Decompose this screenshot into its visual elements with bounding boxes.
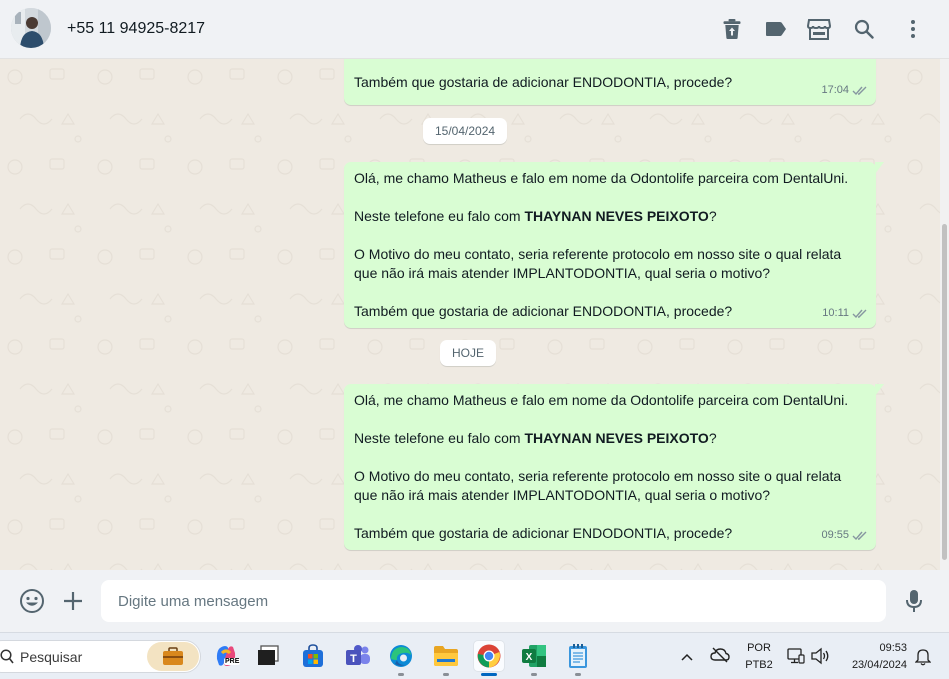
message-input[interactable] xyxy=(101,580,886,622)
chat-scrollbar[interactable] xyxy=(940,59,949,570)
date-separator: 15/04/2024 xyxy=(423,118,508,144)
message-line: Olá, me chamo Matheus e falo em nome da … xyxy=(354,170,849,186)
taskbar-search-label: Pesquisar xyxy=(20,649,83,665)
read-ticks-icon xyxy=(852,531,867,541)
running-indicator xyxy=(398,673,404,676)
briefcase-icon xyxy=(163,647,183,665)
search-highlight xyxy=(147,642,199,671)
message-meta: 09:55 xyxy=(821,526,868,545)
taskbar-search-box[interactable]: Pesquisar xyxy=(0,640,201,673)
running-indicator xyxy=(575,673,581,676)
outgoing-message[interactable]: Também que gostaria de adicionar ENDODON… xyxy=(344,59,876,105)
contact-avatar[interactable] xyxy=(11,8,51,48)
volume-icon[interactable] xyxy=(810,647,830,670)
more-vertical-icon[interactable] xyxy=(901,17,925,41)
read-ticks-icon xyxy=(852,86,867,96)
edge-browser-icon[interactable] xyxy=(386,641,416,676)
message-time: 17:04 xyxy=(821,84,849,96)
active-indicator xyxy=(481,673,497,676)
message-text: ? xyxy=(708,430,717,446)
network-icon[interactable] xyxy=(787,647,805,670)
clock-time[interactable]: 09:53 xyxy=(845,642,907,654)
bubble-tail xyxy=(875,162,884,174)
notepad-icon[interactable] xyxy=(563,641,593,676)
language-indicator-top[interactable]: POR xyxy=(743,642,775,654)
scrollbar-thumb[interactable] xyxy=(942,224,947,560)
task-view-icon[interactable] xyxy=(254,641,284,671)
message-bold-text: THAYNAN NEVES PEIXOTO xyxy=(524,208,709,224)
message-line: que não irá mais atender IMPLANTODONTIA,… xyxy=(354,487,771,503)
message-line: Também que gostaria de adicionar ENDODON… xyxy=(354,525,733,541)
message-line: Neste telefone eu falo com THAYNAN NEVES… xyxy=(354,429,866,448)
message-text: Neste telefone eu falo com xyxy=(354,430,525,446)
message-meta: 10:11 xyxy=(822,304,868,323)
message-list[interactable]: Também que gostaria de adicionar ENDODON… xyxy=(0,59,940,570)
running-indicator xyxy=(531,673,537,676)
windows-taskbar: Pesquisar PRE T X POR PTB2 09:53 23/04/2… xyxy=(0,632,949,679)
excel-icon[interactable]: X xyxy=(519,641,549,676)
search-icon xyxy=(0,649,14,664)
message-composer xyxy=(0,570,949,632)
language-indicator-bottom[interactable]: PTB2 xyxy=(743,659,775,671)
running-indicator xyxy=(443,673,449,676)
message-time: 09:55 xyxy=(821,529,849,541)
search-icon[interactable] xyxy=(852,17,876,41)
message-line: Também que gostaria de adicionar ENDODON… xyxy=(354,303,733,319)
copilot-taskbar-icon[interactable]: PRE xyxy=(211,641,241,671)
avatar-photo xyxy=(11,8,51,48)
contact-name[interactable]: +55 11 94925-8217 xyxy=(67,20,205,38)
cloud-offline-icon[interactable] xyxy=(710,647,730,668)
emoji-icon[interactable] xyxy=(19,588,45,614)
copilot-badge: PRE xyxy=(224,658,241,665)
notification-bell-icon[interactable] xyxy=(914,648,932,671)
clock-date[interactable]: 23/04/2024 xyxy=(839,659,907,671)
message-line: Também que gostaria de adicionar ENDODON… xyxy=(354,74,733,90)
message-line: O Motivo do meu contato, seria referente… xyxy=(354,468,842,484)
read-ticks-icon xyxy=(852,309,867,319)
trash-icon[interactable] xyxy=(720,17,744,41)
label-icon[interactable] xyxy=(764,17,788,41)
message-meta: 17:04 xyxy=(821,81,868,100)
plus-icon[interactable] xyxy=(60,588,86,614)
outgoing-message[interactable]: Olá, me chamo Matheus e falo em nome da … xyxy=(344,384,884,550)
message-bold-text: THAYNAN NEVES PEIXOTO xyxy=(524,430,709,446)
message-line: Olá, me chamo Matheus e falo em nome da … xyxy=(354,392,849,408)
microsoft-store-icon[interactable] xyxy=(298,641,328,671)
message-time: 10:11 xyxy=(822,307,849,319)
date-separator: HOJE xyxy=(440,340,497,366)
svg-text:X: X xyxy=(526,652,533,663)
bubble-tail xyxy=(875,384,884,396)
chrome-browser-icon[interactable] xyxy=(474,641,504,676)
message-text: ? xyxy=(708,208,717,224)
outgoing-message[interactable]: Olá, me chamo Matheus e falo em nome da … xyxy=(344,162,884,328)
chevron-up-icon[interactable] xyxy=(680,649,694,667)
svg-text:T: T xyxy=(350,653,357,665)
message-line: O Motivo do meu contato, seria referente… xyxy=(354,246,842,262)
microphone-icon[interactable] xyxy=(901,588,927,614)
chat-header: +55 11 94925-8217 xyxy=(0,0,949,59)
teams-icon[interactable]: T xyxy=(343,641,373,671)
message-text: Neste telefone eu falo com xyxy=(354,208,525,224)
file-explorer-icon[interactable] xyxy=(431,641,461,676)
message-line: Neste telefone eu falo com THAYNAN NEVES… xyxy=(354,207,866,226)
message-line: que não irá mais atender IMPLANTODONTIA,… xyxy=(354,265,771,281)
store-icon[interactable] xyxy=(807,17,831,41)
